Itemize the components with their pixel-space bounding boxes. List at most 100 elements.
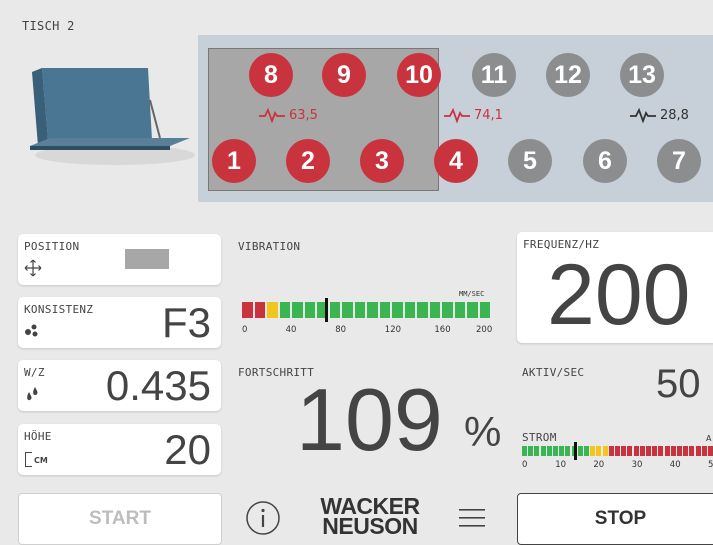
vibrator-2[interactable]: 2 <box>286 139 330 183</box>
info-icon[interactable] <box>245 500 281 536</box>
hoehe-label: HÖHE <box>24 430 52 443</box>
gauge-segment <box>522 446 527 456</box>
gauge-marker <box>324 298 328 322</box>
gauge-segment <box>646 446 651 456</box>
gauge-segment <box>602 446 608 456</box>
gauge-segment <box>596 446 602 456</box>
gauge-segment <box>329 302 340 318</box>
aktiv-value: 50 <box>656 362 701 406</box>
vibrator-9[interactable]: 9 <box>322 53 366 97</box>
strom-tick-label: 40 <box>669 460 681 470</box>
stop-button[interactable]: STOP <box>517 493 713 545</box>
vibration-reading: 74,1 <box>444 107 503 123</box>
konsistenz-card[interactable]: KONSISTENZ F3 <box>18 297 221 348</box>
pulse-icon <box>259 107 285 123</box>
gauge-segment <box>429 302 440 318</box>
position-label: POSITION <box>24 240 80 253</box>
wz-label: W/Z <box>24 366 45 379</box>
gauge-segment <box>454 302 465 318</box>
vibration-reading: 28,8 <box>630 107 689 123</box>
vibration-reading: 63,5 <box>259 107 318 123</box>
gauge-segment <box>608 446 614 456</box>
gauge-segment <box>342 302 353 318</box>
gauge-segment <box>695 446 701 456</box>
konsistenz-label: KONSISTENZ <box>24 303 94 316</box>
move-icon <box>24 259 42 277</box>
table-label: TISCH 2 <box>22 19 75 33</box>
reading-value: 63,5 <box>289 107 318 123</box>
gauge-segment <box>304 302 315 318</box>
frequenz-card[interactable]: FREQUENZ/HZ 200 <box>517 232 713 343</box>
vibration-gauge <box>242 298 500 322</box>
vibration-tick-label: 160 <box>434 325 451 335</box>
gauge-segment <box>534 446 540 456</box>
gauge-segment <box>577 446 583 456</box>
gauge-segment <box>584 446 589 456</box>
strom-label: STROM <box>522 431 557 444</box>
gauge-segment <box>279 302 290 318</box>
vibrator-13[interactable]: 13 <box>620 53 664 97</box>
gauge-segment <box>615 446 620 456</box>
gauge-segment <box>254 302 265 318</box>
hoehe-card[interactable]: HÖHE CM 20 <box>18 424 221 475</box>
vibrator-4[interactable]: 4 <box>434 139 478 183</box>
gauge-segment <box>565 446 571 456</box>
gauge-segment <box>292 302 303 318</box>
gauge-segment <box>367 302 378 318</box>
vibrator-10[interactable]: 10 <box>397 53 441 97</box>
gauge-segment <box>590 446 596 456</box>
gauge-segment <box>689 446 695 456</box>
vibrator-1[interactable]: 1 <box>212 139 256 183</box>
strom-gauge <box>522 442 713 460</box>
vibrator-11[interactable]: 11 <box>472 53 516 97</box>
gauge-segment <box>540 446 546 456</box>
strom-tick-label: 20 <box>593 460 605 470</box>
reading-value: 28,8 <box>660 107 689 123</box>
vibration-tick-label: 200 <box>476 325 493 335</box>
gauge-segment <box>708 446 713 456</box>
vibrator-6[interactable]: 6 <box>583 139 627 183</box>
gauge-segment <box>670 446 676 456</box>
strom-tick-label: 50 <box>708 460 713 470</box>
fortschritt-unit: % <box>464 408 502 455</box>
vibration-tick-label: 40 <box>285 325 297 335</box>
gauge-segment <box>639 446 645 456</box>
logo-line-2: NEUSON <box>322 513 418 539</box>
reading-value: 74,1 <box>474 107 503 123</box>
gauge-segment <box>417 302 428 318</box>
gauge-segment <box>683 446 689 456</box>
vibrator-8[interactable]: 8 <box>249 53 293 97</box>
gauge-segment <box>559 446 565 456</box>
gauge-segment <box>354 302 365 318</box>
wz-card[interactable]: W/Z 0.435 <box>18 360 221 411</box>
aktiv-label: AKTIV/SEC <box>522 366 585 379</box>
pulse-icon <box>630 107 656 123</box>
gauge-segment <box>658 446 664 456</box>
gauge-segment <box>627 446 633 456</box>
gauge-segment <box>242 302 253 318</box>
vibration-tick-label: 0 <box>242 325 248 335</box>
fortschritt-value: 109 <box>296 370 443 469</box>
vibrator-5[interactable]: 5 <box>508 139 552 183</box>
vibration-label: VIBRATION <box>238 240 301 253</box>
brand-logo: WACKER NEUSON <box>305 495 435 539</box>
strom-tick-label: 30 <box>631 460 643 470</box>
start-button[interactable]: START <box>18 493 222 545</box>
vibrator-3[interactable]: 3 <box>360 139 404 183</box>
wz-value: 0.435 <box>105 362 211 409</box>
gauge-segment <box>677 446 682 456</box>
pulse-icon <box>444 107 470 123</box>
gauge-segment <box>652 446 658 456</box>
vibrator-12[interactable]: 12 <box>546 53 590 97</box>
position-card[interactable]: POSITION <box>18 234 221 285</box>
gauge-segment <box>392 302 403 318</box>
vibrator-7[interactable]: 7 <box>657 139 701 183</box>
menu-icon[interactable] <box>458 506 486 530</box>
gauge-segment <box>621 446 627 456</box>
strom-unit: A <box>706 434 712 443</box>
gauge-segment <box>404 302 415 318</box>
vibration-tick-label: 120 <box>384 325 402 335</box>
gauge-segment <box>442 302 453 318</box>
height-icon <box>25 452 32 467</box>
strom-tick-label: 10 <box>555 460 567 470</box>
